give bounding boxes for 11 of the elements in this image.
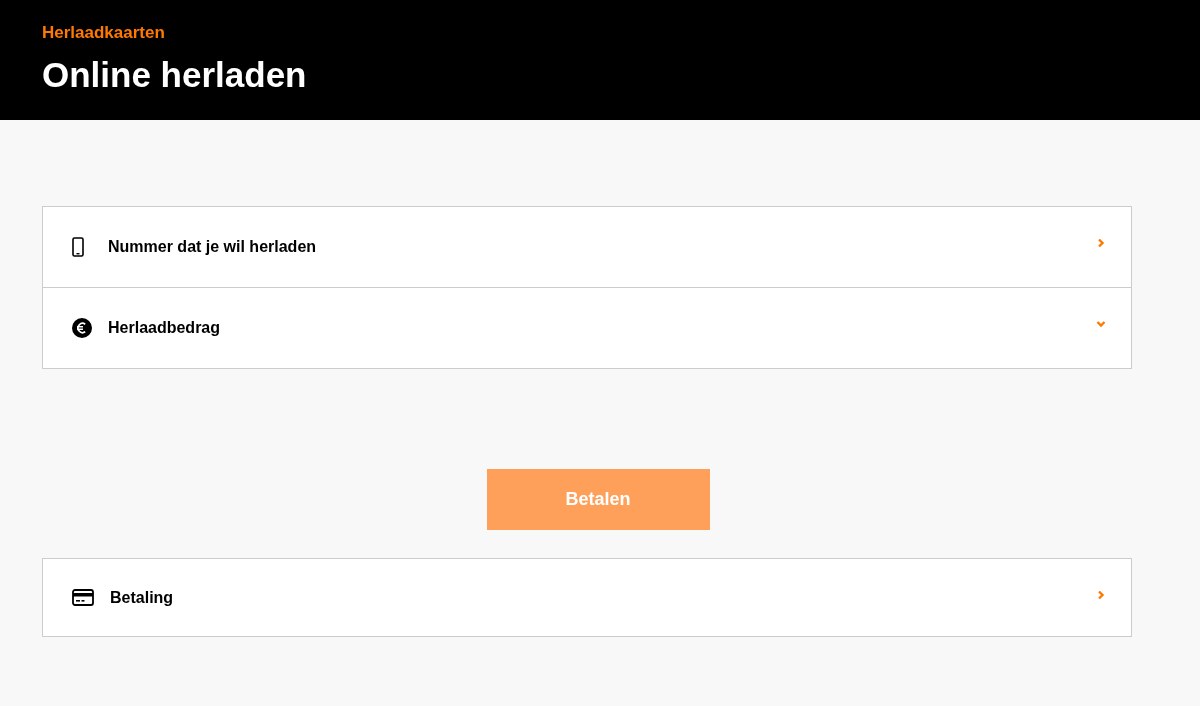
accordion-row[interactable]: Herlaadbedrag: [43, 287, 1131, 368]
step-label: Herlaadbedrag: [108, 319, 222, 337]
page-title: Online herladen: [42, 55, 308, 95]
step-label: Nummer dat je wil herladen: [108, 238, 318, 256]
accordion-row[interactable]: Betaling: [43, 559, 1131, 636]
credit-card-icon: [72, 589, 94, 606]
smartphone-icon: [72, 237, 84, 257]
step-label: Betaling: [110, 588, 175, 607]
accordion-row[interactable]: Nummer dat je wil herladen: [43, 207, 1131, 287]
breadcrumb-label: Herlaadkaarten: [42, 23, 166, 43]
euro-coin-icon: [72, 318, 92, 338]
